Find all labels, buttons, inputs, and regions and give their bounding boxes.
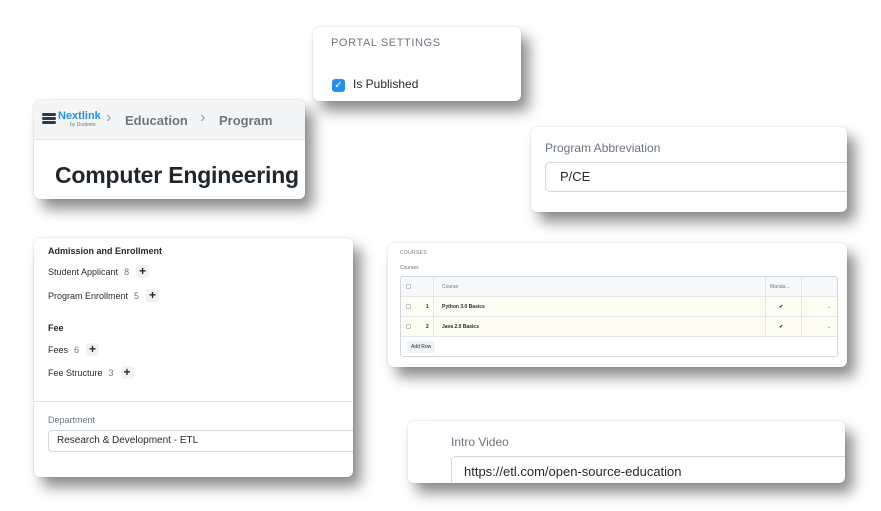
program-abbreviation-label: Program Abbreviation (545, 141, 661, 155)
plus-icon[interactable]: + (120, 366, 134, 379)
program-abbreviation-card: Program Abbreviation P/CE (531, 127, 847, 212)
plus-icon[interactable]: + (86, 343, 100, 356)
program-abbreviation-input[interactable]: P/CE (545, 162, 847, 192)
intro-video-input[interactable]: https://etl.com/open-source-education (451, 456, 845, 483)
link-label[interactable]: Student Applicant (48, 267, 118, 277)
table-row[interactable]: 1 Python 3.0 Basics ✔ ⌄ (401, 297, 837, 317)
courses-card: COURSES Courses Course Manda... 1 Python… (388, 243, 847, 367)
logo-icon (42, 113, 56, 124)
portal-settings-title: PORTAL SETTINGS (331, 37, 441, 49)
link-student-applicant[interactable]: Student Applicant 8 + (48, 265, 150, 278)
add-row-button[interactable]: Add Row (407, 341, 436, 353)
logo-text: Nextlink (58, 110, 101, 122)
table-row[interactable]: 2 Java 2.0 Basics ✔ ⌄ (401, 317, 837, 337)
column-header-course: Course (442, 284, 459, 290)
department-input[interactable]: Research & Development - ETL (48, 430, 353, 452)
check-icon: ✓ (334, 80, 343, 91)
mandatory-check-icon[interactable]: ✔ (779, 317, 783, 336)
row-index: 2 (426, 324, 429, 330)
course-cell[interactable]: Python 3.0 Basics (442, 297, 485, 316)
is-published-checkbox[interactable]: ✓ (332, 79, 345, 92)
link-label[interactable]: Fee Structure (48, 368, 103, 378)
page-title: Computer Engineering (55, 162, 299, 188)
chevron-right-icon: › (200, 109, 206, 126)
section-divider (34, 401, 353, 402)
column-header-mandatory: Manda... (770, 284, 790, 290)
link-count: 8 (124, 266, 130, 277)
is-published-label[interactable]: Is Published (353, 77, 418, 91)
intro-video-label: Intro Video (451, 435, 509, 449)
portal-settings-card: PORTAL SETTINGS ✓ Is Published (313, 27, 521, 101)
courses-table-label: Courses (400, 265, 419, 271)
row-checkbox[interactable] (406, 324, 411, 329)
breadcrumb-education[interactable]: Education (125, 113, 188, 128)
plus-icon[interactable]: + (136, 265, 150, 278)
select-all-checkbox[interactable] (406, 284, 411, 289)
course-cell[interactable]: Java 2.0 Basics (442, 317, 479, 336)
logo-subtext: by Dodeeto (70, 122, 96, 128)
link-label[interactable]: Program Enrollment (48, 291, 128, 301)
breadcrumb-program[interactable]: Program (219, 113, 272, 128)
row-checkbox[interactable] (406, 304, 411, 309)
chevron-right-icon: › (106, 109, 112, 126)
breadcrumb: Nextlink by Dodeeto › Education › Progra… (34, 100, 305, 140)
chevron-down-icon[interactable]: ⌄ (827, 297, 831, 316)
courses-table: Course Manda... 1 Python 3.0 Basics ✔ ⌄ … (400, 276, 838, 357)
plus-icon[interactable]: + (146, 289, 160, 302)
row-index: 1 (426, 304, 429, 310)
link-program-enrollment[interactable]: Program Enrollment 5 + (48, 289, 160, 302)
link-fees[interactable]: Fees 6 + (48, 343, 100, 356)
connections-card: Admission and Enrollment Student Applica… (34, 238, 353, 477)
courses-section-title: COURSES (400, 250, 427, 256)
table-header-row: Course Manda... (401, 277, 837, 297)
link-label[interactable]: Fees (48, 345, 68, 355)
intro-video-card: Intro Video https://etl.com/open-source-… (408, 421, 845, 483)
link-count: 6 (74, 344, 80, 355)
group-title-fee: Fee (48, 323, 64, 333)
chevron-down-icon[interactable]: ⌄ (827, 317, 831, 336)
page-header-card: Nextlink by Dodeeto › Education › Progra… (34, 100, 305, 199)
link-count: 5 (134, 290, 140, 301)
group-title-admission: Admission and Enrollment (48, 246, 163, 256)
link-fee-structure[interactable]: Fee Structure 3 + (48, 366, 134, 379)
link-count: 3 (108, 367, 114, 378)
app-logo[interactable]: Nextlink by Dodeeto (42, 110, 101, 130)
mandatory-check-icon[interactable]: ✔ (779, 297, 783, 316)
department-label: Department (48, 415, 96, 425)
